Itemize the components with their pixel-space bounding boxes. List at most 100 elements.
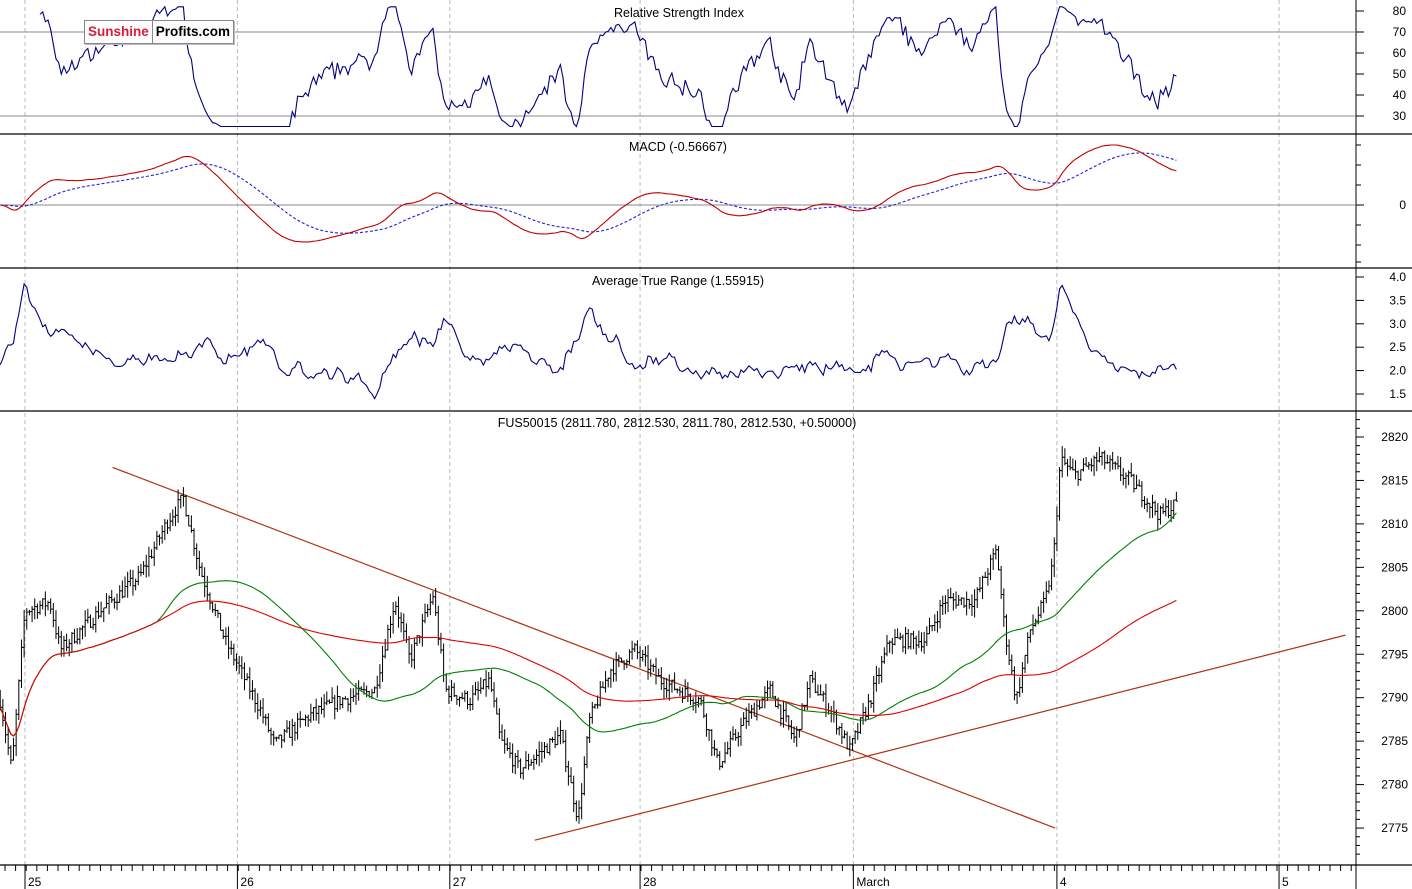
ohlc-bar [296, 712, 300, 740]
ohlc-bar [840, 723, 844, 744]
ohlc-bar [333, 695, 337, 720]
atr-tick-label: 2.0 [1389, 364, 1406, 378]
ohlc-bar [978, 576, 982, 593]
ohlc-bar [537, 741, 541, 767]
ohlc-bar [248, 667, 252, 700]
ohlc-bar [468, 697, 472, 712]
ohlc-bar [912, 630, 916, 650]
ohlc-bar [505, 737, 509, 751]
ohlc-bar [1129, 462, 1133, 478]
ohlc-bar [835, 709, 839, 735]
ohlc-bar [1044, 581, 1048, 604]
ohlc-bar [1087, 461, 1091, 470]
atr-tick-label: 3.0 [1389, 317, 1406, 331]
ohlc-bar [997, 546, 1000, 571]
ohlc-bar [710, 729, 714, 757]
ohlc-bar [224, 627, 228, 646]
ohlc-bar [319, 697, 323, 715]
ohlc-bar [678, 686, 682, 697]
ohlc-bar [604, 671, 608, 693]
ohlc-bar [545, 743, 549, 754]
ohlc-bar [550, 736, 554, 743]
ohlc-bar [327, 699, 331, 704]
ohlc-bar [561, 729, 565, 744]
ohlc-bar [1161, 503, 1165, 514]
ohlc-bar [811, 670, 815, 683]
x-tick-label: 5 [1282, 875, 1289, 889]
ohlc-bar [635, 640, 639, 660]
ohlc-bar [585, 735, 589, 769]
ohlc-bar [736, 732, 740, 747]
atr-tick-label: 1.5 [1389, 387, 1406, 401]
ohlc-bar [999, 565, 1003, 599]
ohlc-bar [689, 693, 693, 706]
ohlc-bar [240, 656, 244, 680]
ohlc-bar [120, 580, 124, 599]
ohlc-bar [1071, 458, 1075, 471]
ohlc-bar [476, 681, 480, 701]
x-tick-label: 25 [28, 875, 42, 889]
ohlc-bar [473, 682, 477, 696]
ohlc-bar [269, 727, 273, 745]
ohlc-bar [718, 751, 722, 771]
ohlc-bar [696, 696, 700, 708]
ohlc-bar [150, 549, 154, 559]
ohlc-bar [943, 595, 947, 615]
ohlc-bar [630, 640, 634, 660]
ohlc-bar [232, 643, 236, 666]
ohlc-bar [136, 565, 140, 586]
ohlc-bar [118, 585, 122, 603]
ohlc-bar [882, 647, 886, 664]
ohlc-bar [564, 730, 568, 773]
moving-average-20 [0, 512, 1177, 737]
ohlc-bar [590, 701, 594, 724]
ohlc-bar [521, 767, 525, 780]
ohlc-bar [1164, 498, 1168, 517]
ohlc-bar [938, 599, 942, 629]
ohlc-bar [582, 756, 586, 796]
ohlc-bar [1113, 461, 1117, 470]
ohlc-bar [598, 680, 602, 707]
ohlc-bar [412, 638, 416, 669]
ohlc-bar [813, 671, 817, 694]
ohlc-bar [171, 509, 175, 526]
ohlc-bar [503, 729, 507, 754]
ohlc-bar [314, 698, 318, 721]
ohlc-bar [651, 663, 655, 672]
ohlc-bar [646, 645, 650, 680]
ohlc-bar [139, 563, 143, 577]
ohlc-bar [94, 606, 98, 633]
ohlc-bar [909, 632, 913, 650]
ohlc-bar [373, 686, 377, 694]
ohlc-bar [540, 742, 544, 763]
ohlc-bar [593, 703, 597, 709]
ohlc-bar [535, 749, 539, 765]
ohlc-bar [43, 591, 47, 617]
ohlc-bar [922, 631, 926, 654]
ohlc-bar [391, 601, 395, 634]
ohlc-bar [1092, 455, 1096, 476]
ohlc-bar [402, 613, 406, 640]
ohlc-bar [569, 767, 573, 784]
ohlc-bar [335, 685, 339, 712]
ohlc-bar [994, 544, 998, 560]
ohlc-bar [1137, 479, 1141, 487]
ohlc-bar [253, 688, 257, 713]
ohlc-bar [229, 640, 233, 655]
rsi-title: Relative Strength Index [614, 6, 745, 20]
ohlc-bar [1148, 502, 1152, 519]
ohlc-bar [1097, 446, 1101, 463]
ohlc-bar [1060, 446, 1064, 478]
ohlc-bar [290, 718, 294, 746]
ohlc-bar [654, 657, 658, 685]
ohlc-bar [542, 742, 546, 759]
ohlc-bar [712, 740, 716, 756]
ohlc-bar [933, 614, 937, 632]
ohlc-bar [81, 625, 85, 640]
ohlc-bar [888, 640, 892, 653]
ohlc-bar [426, 604, 430, 617]
ohlc-bars [0, 446, 1178, 824]
ohlc-bar [163, 518, 167, 541]
ohlc-bar [19, 639, 23, 689]
ohlc-bar [702, 696, 706, 719]
